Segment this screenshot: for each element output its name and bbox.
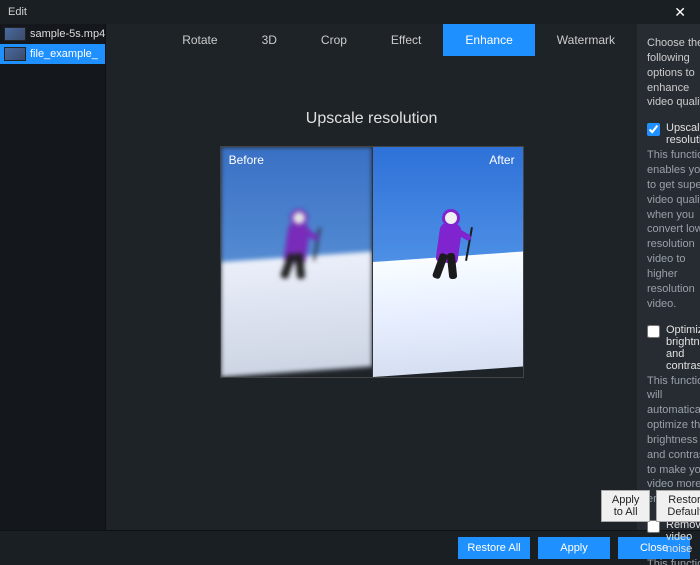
preview-stage: Upscale resolution Before After [106, 56, 637, 530]
apply-to-all-button[interactable]: Apply to All [601, 490, 651, 522]
option-upscale[interactable]: Upscale resolution [647, 122, 700, 146]
apply-button[interactable]: Apply [538, 537, 610, 559]
tab-bar: Rotate 3D Crop Effect Enhance Watermark [106, 24, 637, 56]
tab-effect[interactable]: Effect [369, 24, 443, 56]
titlebar: Edit ✕ [0, 0, 700, 24]
sample-image-before [221, 147, 372, 377]
noise-checkbox[interactable] [647, 520, 660, 533]
tab-watermark[interactable]: Watermark [535, 24, 637, 56]
panel-bottom-buttons: Apply to All Restore Defaults [601, 490, 700, 522]
window-title: Edit [8, 6, 27, 18]
upscale-desc: This function enables you to get superb … [647, 148, 700, 311]
noise-label: Remove video noise [666, 519, 700, 555]
tab-rotate[interactable]: Rotate [160, 24, 239, 56]
file-item[interactable]: sample-5s.mp4 [0, 24, 105, 44]
brightness-label: Optimize brightness and contrast [666, 324, 700, 372]
file-name: sample-5s.mp4 [30, 28, 105, 40]
file-sidebar: sample-5s.mp4 file_example_ [0, 24, 106, 530]
footer-bar: Restore All Apply Close [0, 530, 700, 565]
tab-3d[interactable]: 3D [240, 24, 299, 56]
restore-all-button[interactable]: Restore All [458, 537, 530, 559]
upscale-checkbox[interactable] [647, 123, 660, 136]
after-label: After [489, 153, 514, 167]
preview-title: Upscale resolution [306, 110, 438, 128]
options-panel: Choose the following options to enhance … [637, 24, 700, 530]
brightness-desc: This function will automatically optimiz… [647, 374, 700, 508]
tab-crop[interactable]: Crop [299, 24, 369, 56]
brightness-checkbox[interactable] [647, 325, 660, 338]
video-thumb-icon [4, 27, 26, 41]
video-thumb-icon [4, 47, 26, 61]
option-noise[interactable]: Remove video noise [647, 519, 700, 555]
file-item[interactable]: file_example_ [0, 44, 105, 64]
close-icon[interactable]: ✕ [668, 2, 692, 23]
preview-before: Before [221, 147, 372, 377]
noise-desc: This function can remove the dirt-like v… [647, 557, 700, 565]
before-label: Before [229, 153, 264, 167]
main-area: sample-5s.mp4 file_example_ Rotate 3D Cr… [0, 24, 700, 530]
center-panel: Rotate 3D Crop Effect Enhance Watermark … [106, 24, 637, 530]
preview-comparison: Before After [220, 146, 524, 378]
option-brightness[interactable]: Optimize brightness and contrast [647, 324, 700, 372]
preview-after: After [372, 147, 523, 377]
panel-intro: Choose the following options to enhance … [647, 36, 700, 110]
restore-defaults-button[interactable]: Restore Defaults [656, 490, 700, 522]
upscale-label: Upscale resolution [666, 122, 700, 146]
file-name: file_example_ [30, 48, 98, 60]
tab-enhance[interactable]: Enhance [443, 24, 534, 56]
sample-image-after [373, 147, 523, 377]
